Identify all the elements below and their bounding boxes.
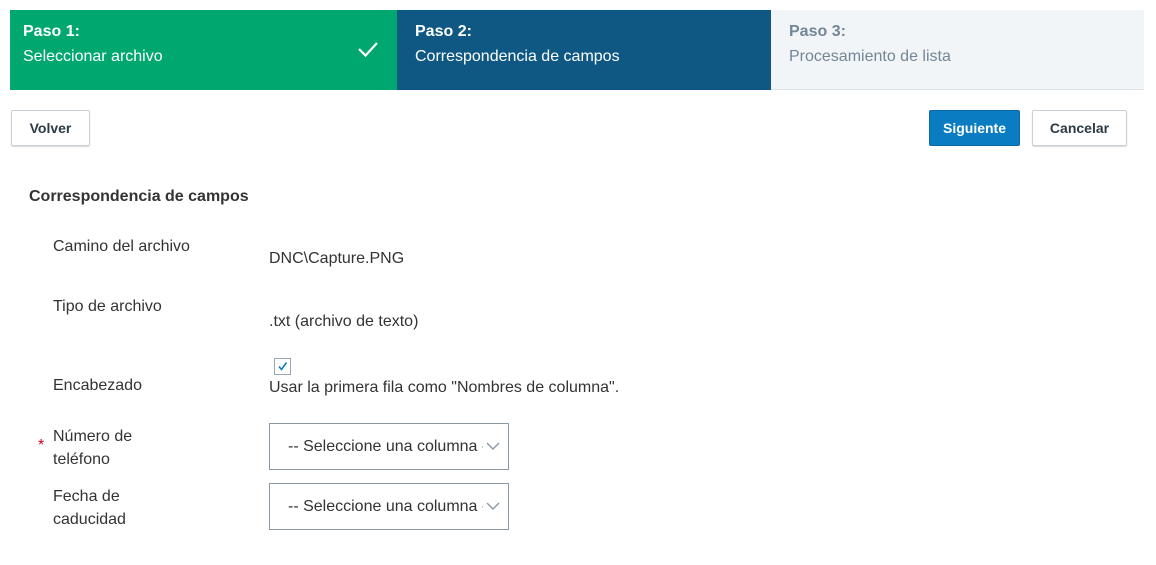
- check-icon: [358, 42, 378, 58]
- section-title: Correspondencia de campos: [29, 188, 249, 205]
- phone-number-select[interactable]: -- Seleccione una columna --: [269, 423, 509, 470]
- file-type-label: Tipo de archivo: [53, 298, 162, 315]
- step-1-name: Seleccionar archivo: [23, 48, 163, 65]
- next-button[interactable]: Siguiente: [929, 110, 1020, 146]
- expiry-date-select-value: -- Seleccione una columna --: [288, 497, 483, 515]
- file-path-value: DNC\Capture.PNG: [269, 250, 405, 267]
- file-path-label: Camino del archivo: [53, 238, 190, 255]
- header-label: Encabezado: [53, 377, 142, 394]
- wizard-steps: Paso 1: Seleccionar archivo Paso 2: Corr…: [10, 10, 1144, 90]
- required-asterisk: *: [38, 437, 45, 454]
- expiry-date-select[interactable]: -- Seleccione una columna --: [269, 483, 509, 530]
- checkmark-icon: [278, 362, 288, 371]
- expiry-date-label: Fecha de caducidad: [53, 488, 126, 528]
- file-type-value: .txt (archivo de texto): [269, 313, 419, 330]
- phone-number-select-value: -- Seleccione una columna --: [288, 437, 483, 455]
- step-2-name: Correspondencia de campos: [415, 48, 620, 65]
- step-1: Paso 1: Seleccionar archivo: [10, 10, 397, 90]
- back-button[interactable]: Volver: [11, 110, 90, 146]
- phone-number-label: Número de teléfono: [53, 428, 133, 468]
- step-3-name: Procesamiento de lista: [789, 48, 951, 65]
- step-2: Paso 2: Correspondencia de campos: [397, 10, 771, 90]
- step-3-number: Paso 3:: [789, 23, 846, 40]
- cancel-button[interactable]: Cancelar: [1032, 110, 1127, 146]
- chevron-down-icon: [486, 502, 500, 510]
- chevron-down-icon: [486, 442, 500, 450]
- header-option-text: Usar la primera fila como "Nombres de co…: [269, 379, 620, 396]
- header-checkbox[interactable]: [274, 358, 291, 375]
- step-3: Paso 3: Procesamiento de lista: [771, 10, 1144, 90]
- step-2-number: Paso 2:: [415, 23, 472, 40]
- step-1-number: Paso 1:: [23, 23, 80, 40]
